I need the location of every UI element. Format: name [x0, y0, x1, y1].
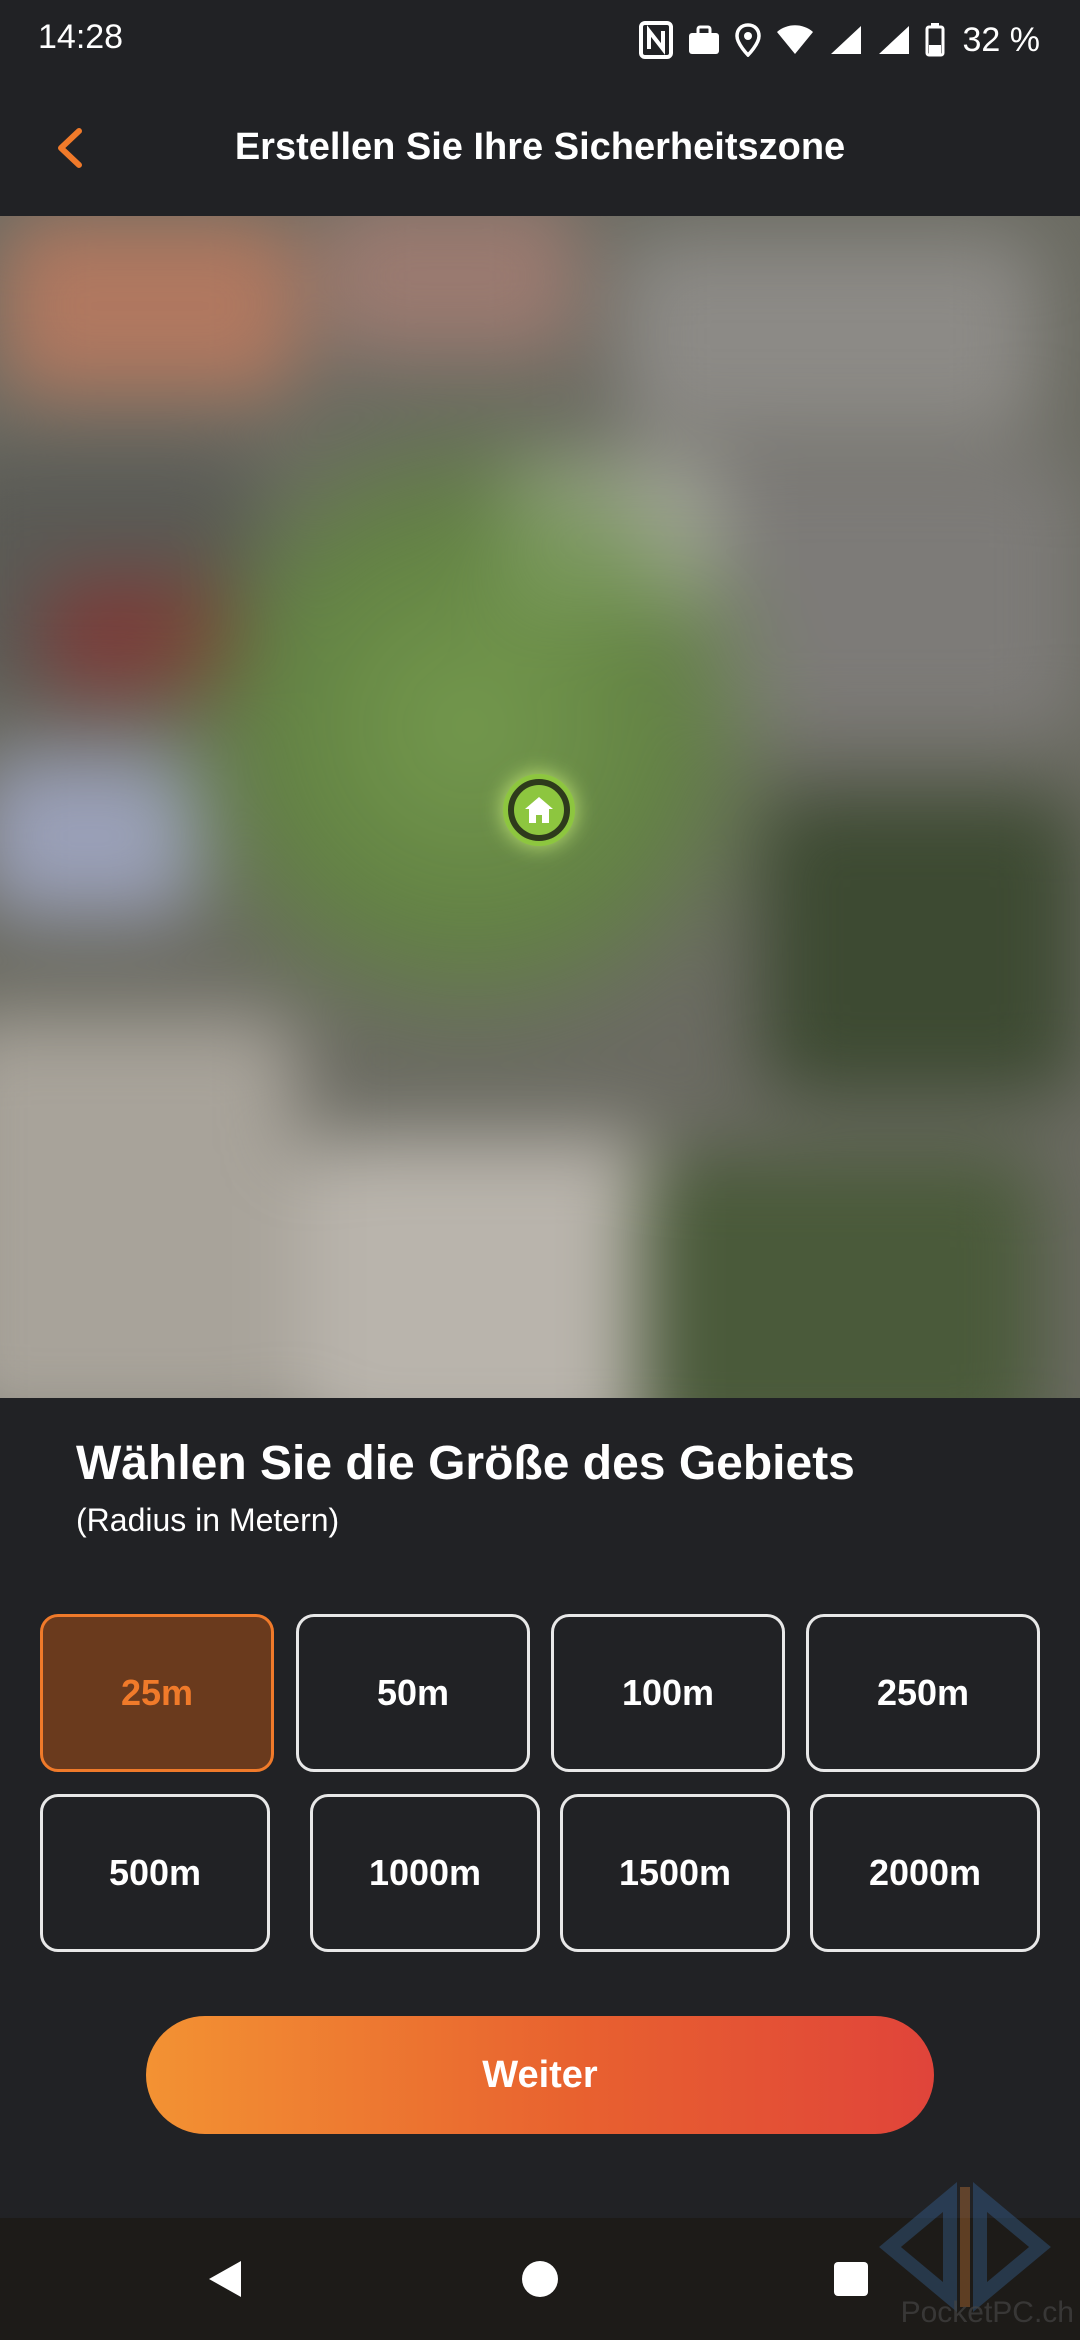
radius-option-2000m[interactable]: 2000m [810, 1794, 1040, 1952]
app-header: Erstellen Sie Ihre Sicherheitszone [0, 82, 1080, 216]
radius-option-1000m[interactable]: 1000m [310, 1794, 540, 1952]
nav-back-button[interactable] [190, 2246, 260, 2312]
section-title: Wählen Sie die Größe des Gebiets [76, 1437, 855, 1490]
location-icon [734, 23, 761, 57]
briefcase-icon [687, 24, 721, 56]
watermark-text: PocketPC.ch [900, 2296, 1074, 2329]
status-bar: 14:28 32 % [0, 0, 1080, 82]
recents-square-icon [834, 2262, 868, 2296]
radius-option-100m[interactable]: 100m [551, 1614, 785, 1772]
home-icon [525, 797, 553, 823]
home-circle-icon [522, 2261, 558, 2297]
radius-sheet: Wählen Sie die Größe des Gebiets (Radius… [0, 1398, 1080, 2218]
radius-option-1500m[interactable]: 1500m [560, 1794, 790, 1952]
map-view[interactable] [0, 216, 1080, 1398]
battery-icon [925, 23, 945, 57]
nav-home-button[interactable] [505, 2246, 575, 2312]
signal-icon [877, 24, 911, 56]
section-subtitle: (Radius in Metern) [76, 1502, 340, 1538]
signal-icon [829, 24, 863, 56]
radius-option-500m[interactable]: 500m [40, 1794, 270, 1952]
battery-percentage: 32 % [962, 20, 1041, 59]
nfc-icon [638, 21, 673, 59]
radius-option-50m[interactable]: 50m [296, 1614, 530, 1772]
home-marker[interactable] [503, 774, 575, 846]
status-icons: 32 % [638, 18, 1041, 62]
status-time: 14:28 [38, 18, 124, 56]
continue-button[interactable]: Weiter [146, 2016, 934, 2134]
page-title: Erstellen Sie Ihre Sicherheitszone [234, 126, 846, 168]
radius-option-250m[interactable]: 250m [806, 1614, 1040, 1772]
back-triangle-icon [209, 2261, 241, 2297]
radius-option-25m[interactable]: 25m [40, 1614, 274, 1772]
wifi-icon [775, 24, 815, 56]
